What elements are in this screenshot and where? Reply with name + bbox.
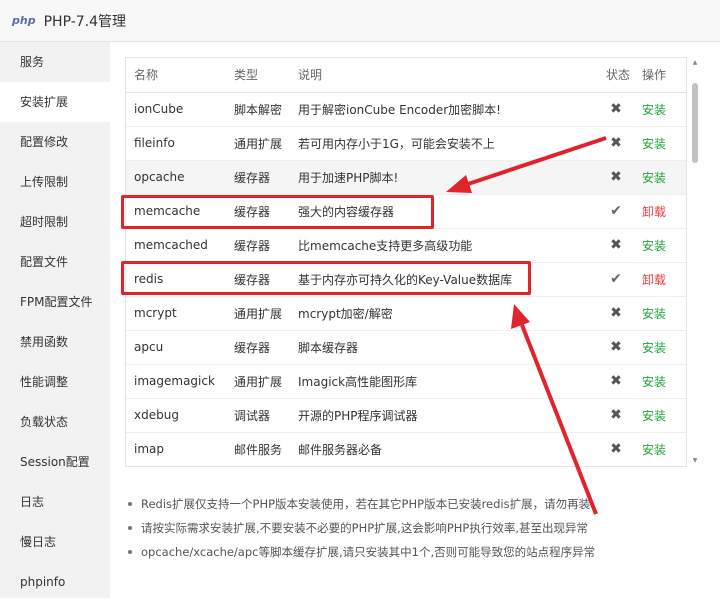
sidebar-item[interactable]: 日志 [0,482,110,522]
install-link[interactable]: 安装 [634,228,686,263]
extension-type: 缓存器 [226,330,290,365]
table-row: imagemagick 通用扩展 Imagick高性能图形库 ✖ 安装 [126,364,686,399]
sidebar-item[interactable]: 慢日志 [0,522,110,562]
x-icon: ✖ [598,296,634,331]
annotation-box-memcache [121,195,434,229]
extension-type: 邮件服务 [226,432,290,466]
note-item: opcache/xcache/apc等脚本缓存扩展,请只安装其中1个,否则可能导… [125,540,685,564]
table-header-row: 名称 类型 说明 状态 操作 [126,58,686,93]
sidebar-item[interactable]: 超时限制 [0,202,110,242]
sidebar-item[interactable]: 性能调整 [0,362,110,402]
window-title: PHP-7.4管理 [43,13,127,30]
table-row: ionCube 脚本解密 用于解密ionCube Encoder加密脚本! ✖ 安装 [126,92,686,127]
install-link[interactable]: 安装 [634,160,686,195]
extension-name: xdebug [126,398,226,433]
col-header-name: 名称 [126,58,226,93]
sidebar-item[interactable]: 安装扩展 [0,82,110,122]
col-header-type: 类型 [226,58,290,93]
sidebar-item[interactable]: phpinfo [0,562,110,602]
extension-name: opcache [126,160,226,195]
table-row: xdebug 调试器 开源的PHP程序调试器 ✖ 安装 [126,398,686,433]
main-panel: 名称 类型 说明 状态 操作 ionCube 脚本解密 用于解密ionCube En… [110,42,720,598]
sidebar-item[interactable]: 禁用函数 [0,322,110,362]
sidebar-item[interactable]: 负载状态 [0,402,110,442]
install-link[interactable]: 安装 [634,296,686,331]
extension-desc: 脚本缓存器 [290,330,598,365]
extension-name: mcrypt [126,296,226,331]
table-row: memcached 缓存器 比memcache支持更多高级功能 ✖ 安装 [126,228,686,263]
x-icon: ✖ [598,160,634,195]
scroll-thumb[interactable] [692,83,698,163]
install-link[interactable]: 安装 [634,398,686,433]
check-icon: ✔ [598,262,634,297]
extension-name: apcu [126,330,226,365]
scroll-up-icon[interactable]: ▲ [691,59,699,67]
x-icon: ✖ [598,398,634,433]
table-row: imap 邮件服务 邮件服务器必备 ✖ 安装 [126,432,686,466]
extension-desc: 用于加速PHP脚本! [290,160,598,195]
note-item: Redis扩展仅支持一个PHP版本安装使用，若在其它PHP版本已安装redis扩… [125,492,685,516]
x-icon: ✖ [598,364,634,399]
uninstall-link[interactable]: 卸载 [634,262,686,297]
x-icon: ✖ [598,92,634,127]
sidebar-item[interactable]: 配置修改 [0,122,110,162]
extension-type: 缓存器 [226,228,290,263]
extension-type: 通用扩展 [226,364,290,399]
sidebar-item[interactable]: 上传限制 [0,162,110,202]
notes-list: Redis扩展仅支持一个PHP版本安装使用，若在其它PHP版本已安装redis扩… [125,492,685,564]
x-icon: ✖ [598,330,634,365]
extension-type: 通用扩展 [226,126,290,161]
extension-type: 通用扩展 [226,296,290,331]
sidebar: 服务 安装扩展 配置修改 上传限制 超时限制 配置文件 FPM配置文件 禁用函数 性能调整 负载状… [0,42,110,598]
extension-name: imagemagick [126,364,226,399]
extension-desc: mcrypt加密/解密 [290,296,598,331]
check-icon: ✔ [598,194,634,229]
table-row: apcu 缓存器 脚本缓存器 ✖ 安装 [126,330,686,365]
install-link[interactable]: 安装 [634,126,686,161]
extension-desc: Imagick高性能图形库 [290,364,598,399]
col-header-action: 操作 [634,58,686,93]
php-logo-icon: php [12,14,36,27]
install-link[interactable]: 安装 [634,364,686,399]
install-link[interactable]: 安装 [634,92,686,127]
extension-name: imap [126,432,226,466]
extension-name: ionCube [126,92,226,127]
note-item: 请按实际需求安装扩展,不要安装不必要的PHP扩展,这会影响PHP执行效率,甚至出… [125,516,685,540]
extension-desc: 邮件服务器必备 [290,432,598,466]
extension-name: fileinfo [126,126,226,161]
table-row: mcrypt 通用扩展 mcrypt加密/解密 ✖ 安装 [126,296,686,331]
sidebar-item[interactable]: FPM配置文件 [0,282,110,322]
install-link[interactable]: 安装 [634,330,686,365]
sidebar-item[interactable]: 服务 [0,42,110,82]
extension-type: 脚本解密 [226,92,290,127]
extension-desc: 开源的PHP程序调试器 [290,398,598,433]
sidebar-item[interactable]: Session配置 [0,442,110,482]
extension-type: 调试器 [226,398,290,433]
extension-desc: 比memcache支持更多高级功能 [290,228,598,263]
extension-name: memcached [126,228,226,263]
scroll-down-icon[interactable]: ▼ [691,457,699,465]
x-icon: ✖ [598,228,634,263]
extension-desc: 用于解密ionCube Encoder加密脚本! [290,92,598,127]
col-header-status: 状态 [598,58,634,93]
extension-desc: 若可用内存小于1G，可能会安装不上 [290,126,598,161]
table-row: opcache 缓存器 用于加速PHP脚本! ✖ 安装 [126,160,686,195]
install-link[interactable]: 安装 [634,432,686,466]
x-icon: ✖ [598,432,634,466]
col-header-desc: 说明 [290,58,598,93]
title-bar: php PHP-7.4管理 [0,0,720,42]
uninstall-link[interactable]: 卸载 [634,194,686,229]
table-scrollbar[interactable]: ▲ ▼ [691,59,699,467]
extension-type: 缓存器 [226,160,290,195]
x-icon: ✖ [598,126,634,161]
annotation-box-redis [121,261,531,295]
sidebar-item[interactable]: 配置文件 [0,242,110,282]
table-row: fileinfo 通用扩展 若可用内存小于1G，可能会安装不上 ✖ 安装 [126,126,686,161]
